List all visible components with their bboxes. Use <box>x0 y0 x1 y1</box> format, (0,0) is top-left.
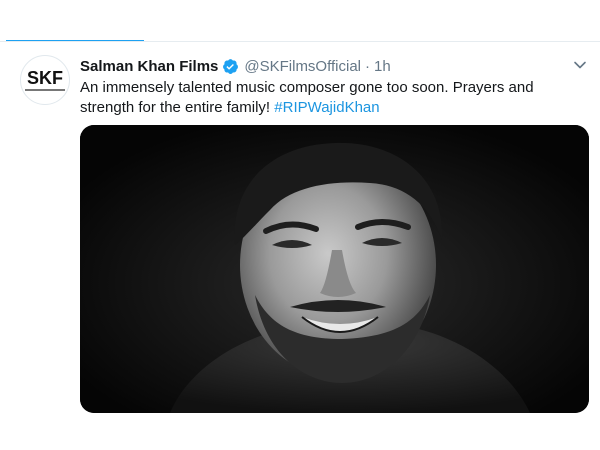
avatar-logo-subtext-line <box>25 89 65 91</box>
portrait-photo <box>80 125 589 413</box>
timestamp[interactable]: 1h <box>374 58 391 75</box>
handle[interactable]: @SKFilmsOfficial <box>244 58 361 75</box>
tweet-photo[interactable] <box>80 125 589 413</box>
separator: · <box>365 57 371 75</box>
avatar-logo-text: SKF <box>27 68 63 88</box>
chevron-down-icon[interactable] <box>572 57 588 73</box>
hashtag-link[interactable]: #RIPWajidKhan <box>274 99 379 116</box>
verified-badge-icon <box>222 58 239 75</box>
tweet-card[interactable]: SKF Salman Khan Films @SKFilmsOfficial ·… <box>0 42 600 450</box>
tweet-screenshot: SKF Salman Khan Films @SKFilmsOfficial ·… <box>0 0 600 450</box>
avatar[interactable]: SKF <box>20 55 70 105</box>
display-name[interactable]: Salman Khan Films <box>80 58 218 75</box>
tweet-text: An immensely talented music composer gon… <box>80 78 555 118</box>
tweet-header: Salman Khan Films @SKFilmsOfficial · 1h <box>80 56 391 76</box>
